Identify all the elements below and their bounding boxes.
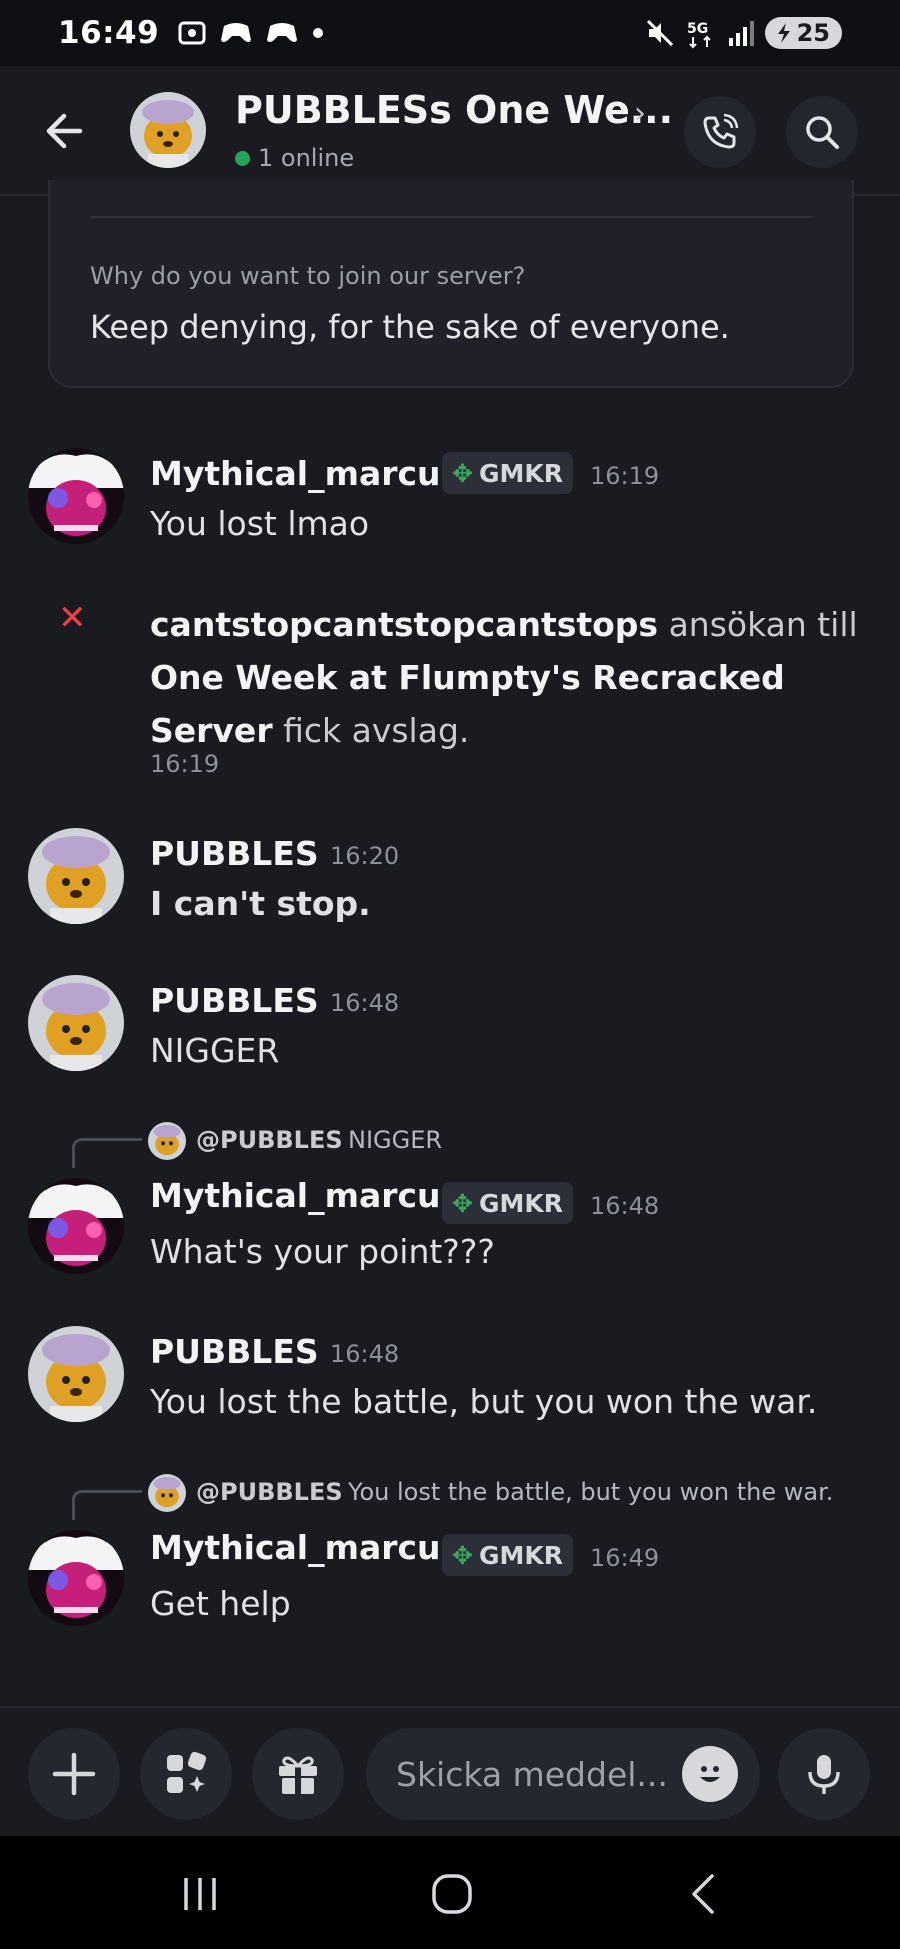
svg-text:5G: 5G <box>687 21 708 37</box>
apps-button[interactable] <box>140 1728 232 1820</box>
recent-apps-icon <box>184 1878 216 1910</box>
status-icons-right: 5G 25 <box>645 17 842 49</box>
reply-avatar <box>148 1122 186 1160</box>
reply-author[interactable]: @PUBBLES <box>196 1126 343 1154</box>
reply-author[interactable]: @PUBBLES <box>196 1478 343 1506</box>
system-end: fick avslag. <box>272 711 470 750</box>
battery-icon: 25 <box>764 17 842 49</box>
reply-connector <box>72 1138 142 1168</box>
application-question: Why do you want to join our server? <box>90 262 526 290</box>
reply-preview[interactable]: NIGGER <box>348 1126 442 1154</box>
status-icons-left <box>177 18 325 48</box>
channel-header: PUBBLESs One We... › 1 online <box>0 66 900 196</box>
add-attachment-button[interactable] <box>28 1728 120 1820</box>
avatar[interactable] <box>28 828 124 924</box>
search-icon <box>806 116 839 149</box>
tag-label: GMKR <box>478 1540 563 1570</box>
card-divider <box>90 216 812 218</box>
reply-avatar <box>148 1474 186 1512</box>
apps-icon <box>167 1751 207 1793</box>
chevron-right-icon[interactable]: › <box>634 96 646 131</box>
system-mid: ansökan till <box>658 605 858 644</box>
microphone-icon <box>808 1755 840 1794</box>
sparkle-icon: ✥ <box>452 1540 473 1570</box>
search-button[interactable] <box>786 96 858 168</box>
dot-icon <box>313 28 324 38</box>
home-button[interactable] <box>422 1864 482 1924</box>
sparkle-icon: ✥ <box>452 1188 473 1218</box>
message-time: 16:49 <box>590 1544 660 1572</box>
message-time: 16:19 <box>590 462 660 490</box>
message-text: You lost the battle, but you won the war… <box>150 1382 818 1421</box>
avatar[interactable] <box>28 1530 124 1626</box>
status-bar: 16:49 5G 25 <box>0 0 900 66</box>
gamepad-icon <box>221 23 252 42</box>
arrow-left-icon <box>46 113 83 149</box>
message-text: NIGGER <box>150 1031 280 1070</box>
message-author[interactable]: Mythical_marcus <box>150 454 460 493</box>
app-root: 16:49 5G 25 PUBBLESs One We... › 1 onlin… <box>0 0 900 1949</box>
message-time: 16:48 <box>330 989 400 1017</box>
avatar[interactable] <box>28 1326 124 1422</box>
chevron-left-icon <box>692 1874 714 1914</box>
message-time: 16:48 <box>590 1192 660 1220</box>
system-user[interactable]: cantstopcantstopcantstops <box>150 605 658 644</box>
home-icon <box>432 1874 472 1914</box>
phone-icon <box>703 113 739 149</box>
message-placeholder: Skicka meddel... <box>396 1754 668 1794</box>
online-status: 1 online <box>235 144 354 172</box>
recent-apps-button[interactable] <box>170 1864 230 1924</box>
gift-button[interactable] <box>252 1728 344 1820</box>
message-time: 16:20 <box>330 842 400 870</box>
message-author[interactable]: PUBBLES <box>150 981 319 1020</box>
avatar[interactable] <box>28 975 124 1071</box>
system-time: 16:19 <box>150 750 220 778</box>
voice-message-button[interactable] <box>778 1728 870 1820</box>
battery-level: 25 <box>796 19 830 47</box>
message-composer: Skicka meddel... <box>0 1706 900 1836</box>
message-author[interactable]: Mythical_marcus <box>150 1528 460 1567</box>
message-input[interactable]: Skicka meddel... <box>366 1728 760 1820</box>
message-author[interactable]: PUBBLES <box>150 1332 319 1371</box>
application-answer: Keep denying, for the sake of everyone. <box>90 308 730 346</box>
message-text: You lost lmao <box>150 504 370 543</box>
system-back-button[interactable] <box>674 1864 734 1924</box>
channel-title[interactable]: PUBBLESs One We... <box>235 88 673 132</box>
server-tag[interactable]: ✥ GMKR <box>442 1182 573 1224</box>
5g-icon: 5G <box>687 21 711 49</box>
reply-preview[interactable]: You lost the battle, but you won the war… <box>348 1478 833 1506</box>
server-tag[interactable]: ✥ GMKR <box>442 452 573 494</box>
server-tag[interactable]: ✥ GMKR <box>442 1534 573 1576</box>
status-time: 16:49 <box>58 15 160 51</box>
gamepad-icon <box>267 23 298 42</box>
server-avatar[interactable] <box>130 92 206 168</box>
application-card: Why do you want to join our server? Keep… <box>48 180 854 388</box>
denied-x-icon: ✕ <box>58 598 87 638</box>
tag-label: GMKR <box>478 458 563 488</box>
screenshot-icon <box>178 21 206 45</box>
back-button[interactable] <box>40 106 90 156</box>
plus-icon <box>52 1752 96 1796</box>
message-text: I can't stop. <box>150 884 371 923</box>
mute-icon <box>646 19 673 47</box>
message-author[interactable]: PUBBLES <box>150 834 319 873</box>
online-count: 1 online <box>258 144 355 172</box>
signal-icon <box>728 21 754 46</box>
avatar[interactable] <box>28 1178 124 1274</box>
gift-icon <box>279 1756 317 1794</box>
message-text: What's your point??? <box>150 1232 495 1271</box>
emoji-button[interactable] <box>682 1746 738 1802</box>
smiley-icon <box>700 1766 720 1782</box>
online-dot-icon <box>235 150 250 166</box>
reply-connector <box>72 1490 142 1520</box>
call-button[interactable] <box>684 96 756 168</box>
message-time: 16:48 <box>330 1340 400 1368</box>
sparkle-icon: ✥ <box>452 458 473 488</box>
message-text: Get help <box>150 1584 291 1623</box>
system-text: cantstopcantstopcantstops ansökan till O… <box>150 598 880 757</box>
system-navigation-bar <box>0 1836 900 1949</box>
avatar[interactable] <box>28 448 124 544</box>
tag-label: GMKR <box>478 1188 563 1218</box>
message-author[interactable]: Mythical_marcus <box>150 1176 460 1215</box>
